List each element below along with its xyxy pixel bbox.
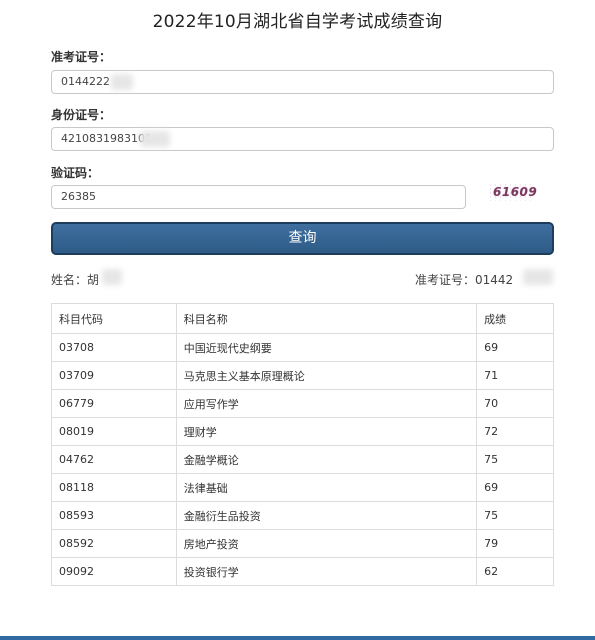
result-exam-id-redaction — [523, 269, 553, 285]
table-row: 09092 投资银行学 62 — [51, 557, 554, 586]
table-row: 08592 房地产投资 79 — [51, 529, 554, 558]
table-row: 08118 法律基础 69 — [51, 473, 554, 502]
course-name: 法律基础 — [175, 473, 478, 502]
course-score: 62 — [476, 557, 554, 586]
exam-id-label: 准考证号： — [51, 50, 112, 64]
student-name: 姓名：胡 — [51, 273, 100, 287]
name-redaction — [102, 269, 122, 285]
course-name: 理财学 — [175, 417, 478, 446]
header-course-code: 科目代码 — [51, 303, 177, 334]
header-course-name: 科目名称 — [175, 303, 478, 334]
table-header-row: 科目代码 科目名称 成绩 — [51, 303, 554, 334]
course-name: 中国近现代史纲要 — [175, 333, 478, 362]
course-score: 69 — [476, 473, 554, 502]
course-score: 71 — [476, 361, 554, 390]
course-name: 投资银行学 — [175, 557, 478, 586]
captcha-value: 26385 — [61, 190, 96, 203]
course-score: 72 — [476, 417, 554, 446]
course-code: 03709 — [51, 361, 177, 390]
table-row: 08019 理财学 72 — [51, 417, 554, 446]
query-button[interactable]: 查询 — [51, 222, 554, 255]
course-name: 金融学概论 — [175, 445, 478, 474]
course-code: 08592 — [51, 529, 177, 558]
page-title: 2022年10月湖北省自学考试成绩查询 — [152, 12, 443, 32]
table-row: 04762 金融学概论 75 — [51, 445, 554, 474]
course-code: 08593 — [51, 501, 177, 530]
course-code: 06779 — [51, 389, 177, 418]
id-card-label: 身份证号： — [51, 108, 112, 122]
course-name: 马克思主义基本原理概论 — [175, 361, 478, 390]
course-name: 应用写作学 — [175, 389, 478, 418]
captcha-input[interactable]: 26385 — [51, 185, 466, 209]
course-score: 79 — [476, 529, 554, 558]
course-score: 70 — [476, 389, 554, 418]
course-score: 69 — [476, 333, 554, 362]
table-row: 06779 应用写作学 70 — [51, 389, 554, 418]
course-code: 09092 — [51, 557, 177, 586]
id-card-input[interactable]: 4210831983101 — [51, 127, 554, 151]
id-card-redaction — [140, 131, 170, 147]
course-score: 75 — [476, 501, 554, 530]
result-exam-id: 准考证号：01442 — [415, 273, 514, 287]
course-name: 房地产投资 — [175, 529, 478, 558]
header-score: 成绩 — [476, 303, 554, 334]
table-row: 03709 马克思主义基本原理概论 71 — [51, 361, 554, 390]
captcha-label: 验证码： — [51, 166, 100, 180]
course-code: 03708 — [51, 333, 177, 362]
exam-id-value: 0144222 — [61, 75, 110, 88]
course-code: 04762 — [51, 445, 177, 474]
table-row: 03708 中国近现代史纲要 69 — [51, 333, 554, 362]
footer-bar — [0, 636, 595, 640]
course-code: 08019 — [51, 417, 177, 446]
course-name: 金融衍生品投资 — [175, 501, 478, 530]
table-row: 08593 金融衍生品投资 75 — [51, 501, 554, 530]
id-card-value: 4210831983101 — [61, 132, 152, 145]
exam-id-redaction — [111, 74, 133, 90]
course-score: 75 — [476, 445, 554, 474]
captcha-image[interactable]: 61609 — [493, 185, 537, 199]
course-code: 08118 — [51, 473, 177, 502]
score-table: 科目代码 科目名称 成绩 03708 中国近现代史纲要 69 03709 马克思… — [51, 303, 554, 586]
